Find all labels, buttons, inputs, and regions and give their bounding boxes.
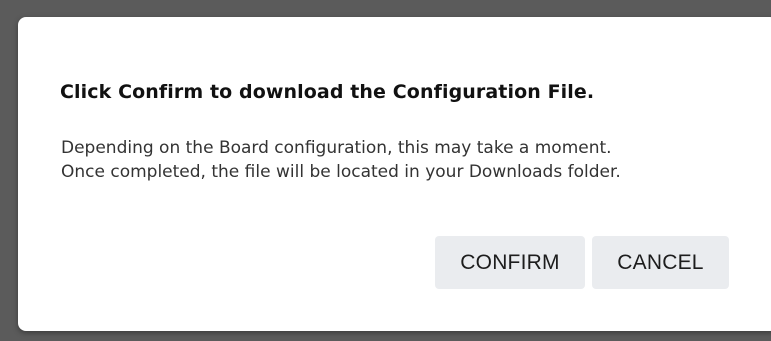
dialog-title: Click Confirm to download the Configurat… — [60, 81, 595, 103]
dialog-message-line-1: Depending on the Board configuration, th… — [61, 138, 612, 158]
dialog-message: Depending on the Board configuration, th… — [61, 136, 621, 184]
download-confirmation-dialog: Click Confirm to download the Configurat… — [18, 17, 771, 331]
cancel-button[interactable]: CANCEL — [592, 236, 729, 289]
dialog-message-line-2: Once completed, the file will be located… — [61, 162, 621, 182]
confirm-button[interactable]: CONFIRM — [435, 236, 585, 289]
